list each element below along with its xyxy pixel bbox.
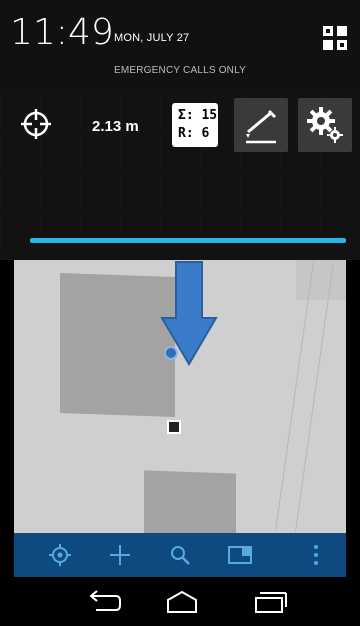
- add-button[interactable]: [100, 533, 140, 577]
- back-icon[interactable]: [82, 588, 122, 616]
- layers-button[interactable]: [220, 533, 260, 577]
- poi-marker[interactable]: [167, 420, 181, 434]
- target-icon: [49, 544, 71, 566]
- map-road-line: [275, 261, 314, 532]
- locate-button[interactable]: [40, 533, 80, 577]
- home-icon[interactable]: [162, 588, 202, 616]
- status-bar: 11:49 MON, JULY 27 EMERGENCY CALLS ONLY: [0, 0, 360, 90]
- map-building: [296, 260, 346, 300]
- gear-icon: [307, 107, 343, 143]
- clock-date: MON, JULY 27: [114, 32, 190, 44]
- recents-icon[interactable]: [250, 588, 290, 616]
- screen-edge-right: [346, 260, 360, 577]
- satellite-count-badge[interactable]: Σ: 15 R: 6: [172, 103, 218, 147]
- overflow-icon: [314, 545, 318, 565]
- layer-edit-button[interactable]: [234, 98, 288, 152]
- search-icon: [171, 546, 190, 565]
- plus-icon: [110, 545, 130, 565]
- app-screen: 11:49 MON, JULY 27 EMERGENCY CALLS ONLY …: [0, 0, 360, 626]
- grid-icon[interactable]: [321, 24, 349, 52]
- pen-layer-icon: [246, 110, 276, 144]
- satellites-used: R: 6: [178, 126, 210, 141]
- more-button[interactable]: [296, 533, 336, 577]
- emergency-calls-text: EMERGENCY CALLS ONLY: [113, 65, 246, 76]
- map-building: [144, 470, 236, 533]
- bottom-toolbar: [14, 533, 346, 577]
- down-arrow-icon: [160, 261, 218, 366]
- settings-button[interactable]: [298, 98, 352, 152]
- clock-time: 11:49: [10, 12, 114, 53]
- gps-progress-bar: [30, 238, 346, 243]
- panel-icon: [228, 546, 252, 564]
- gps-accuracy: 2.13 m: [92, 118, 139, 135]
- search-button[interactable]: [160, 533, 200, 577]
- map-road-line: [295, 261, 334, 532]
- screen-edge-left: [0, 260, 14, 577]
- crosshair-icon[interactable]: [20, 108, 52, 140]
- satellites-total: Σ: 15: [178, 108, 218, 123]
